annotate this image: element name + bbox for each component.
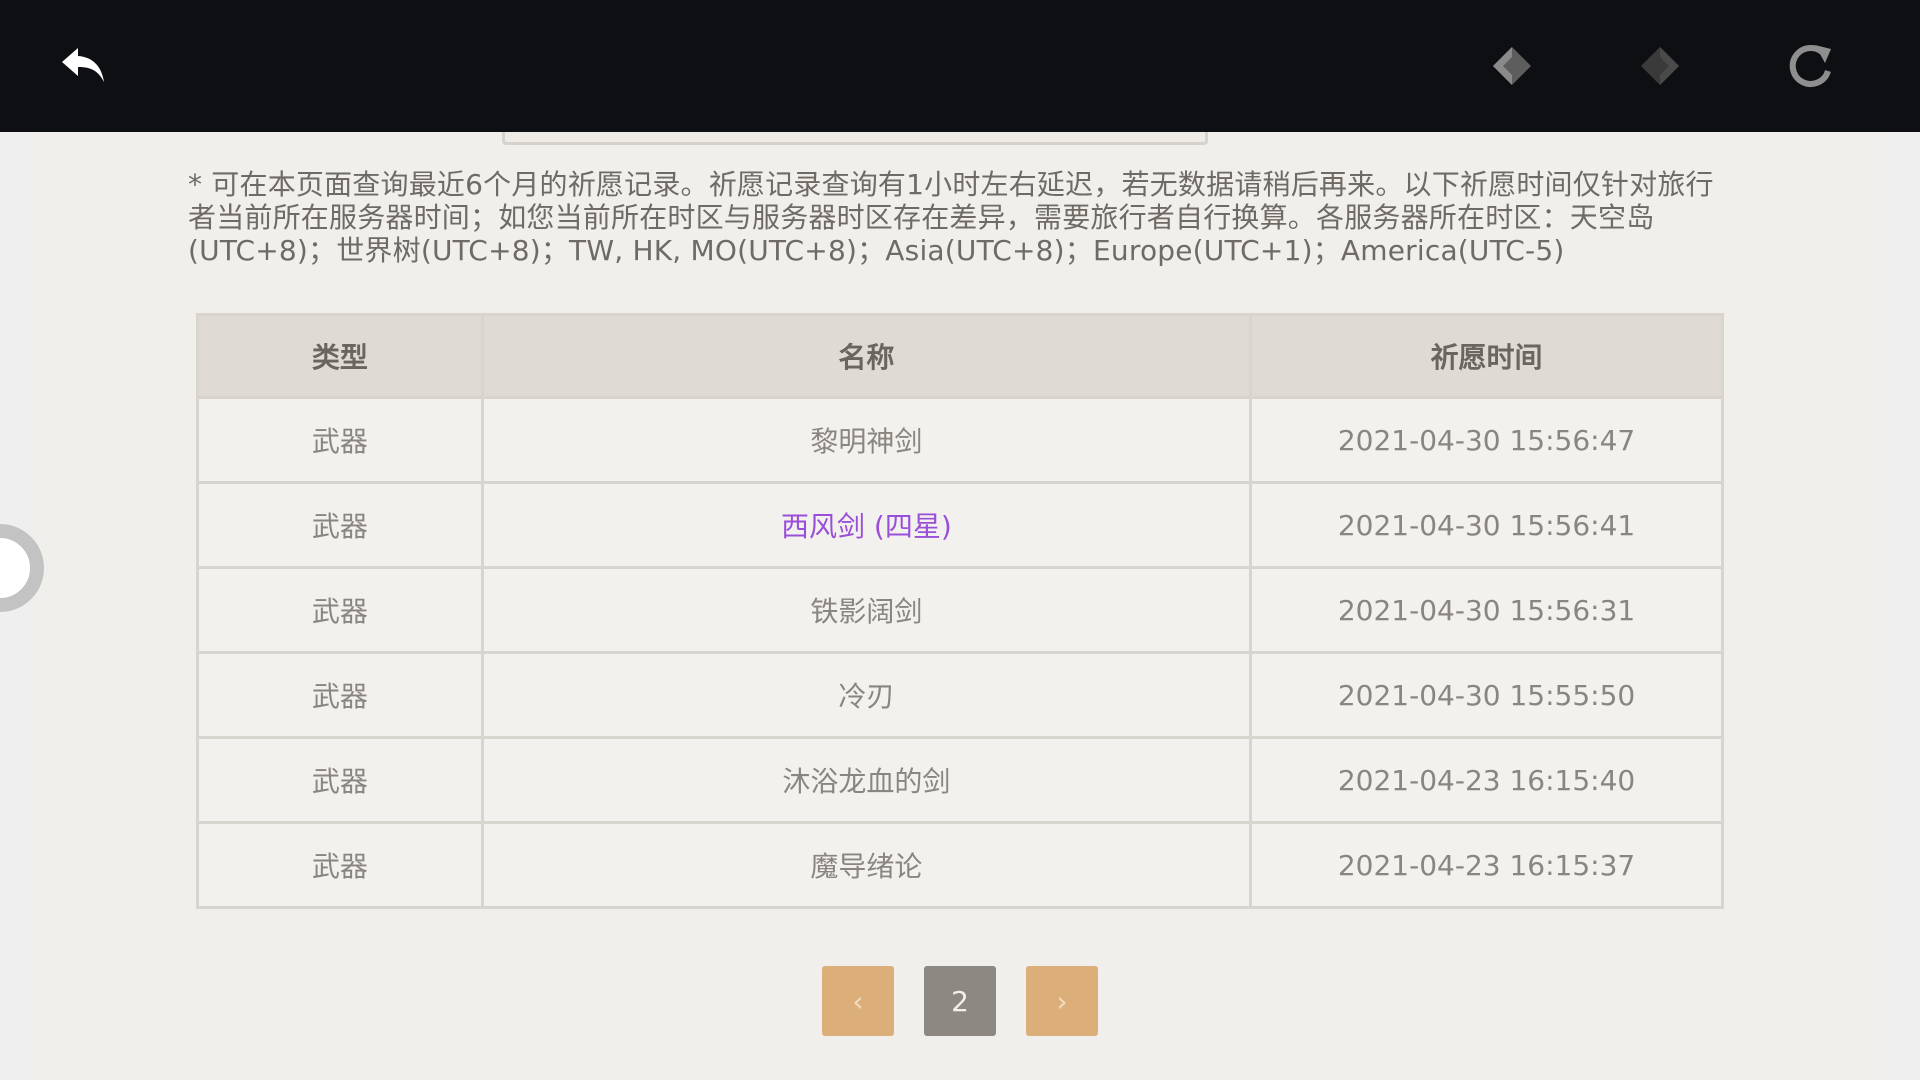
- cell-name: 魔导绪论: [480, 821, 1253, 909]
- table-row: 武器 黎明神剑 2021-04-30 15:56:47: [196, 396, 1724, 484]
- cell-time: 2021-04-23 16:15:40: [1249, 736, 1724, 824]
- cell-name: 铁影阔剑: [480, 566, 1253, 654]
- table-row: 武器 冷刃 2021-04-30 15:55:50: [196, 651, 1724, 739]
- current-page-indicator: 2: [924, 966, 996, 1036]
- wish-history-table: 类型 名称 祈愿时间 武器 黎明神剑 2021-04-30 15:56:47 武…: [196, 313, 1724, 909]
- table-row: 武器 魔导绪论 2021-04-23 16:15:37: [196, 821, 1724, 909]
- cell-time: 2021-04-30 15:56:31: [1249, 566, 1724, 654]
- cell-type: 武器: [196, 736, 484, 824]
- cell-type: 武器: [196, 481, 484, 569]
- header-time: 祈愿时间: [1249, 313, 1724, 399]
- cell-type: 武器: [196, 566, 484, 654]
- diamond-left-icon: [1493, 47, 1531, 85]
- table-row: 武器 铁影阔剑 2021-04-30 15:56:31: [196, 566, 1724, 654]
- diamond-right-icon: [1641, 47, 1679, 85]
- cell-time: 2021-04-30 15:56:41: [1249, 481, 1724, 569]
- cell-time: 2021-04-30 15:55:50: [1249, 651, 1724, 739]
- nav-back-button[interactable]: [1482, 36, 1542, 96]
- back-arrow-icon: [62, 48, 104, 82]
- prev-page-button[interactable]: ‹: [822, 966, 894, 1036]
- cell-name: 黎明神剑: [480, 396, 1253, 484]
- header-type: 类型: [196, 313, 484, 399]
- chevron-right-icon: ›: [1056, 984, 1068, 1018]
- refresh-icon: [1789, 44, 1831, 87]
- current-page-number: 2: [951, 984, 969, 1018]
- tab-edge: [502, 132, 1208, 145]
- cell-type: 武器: [196, 396, 484, 484]
- notice-text: * 可在本页面查询最近6个月的祈愿记录。祈愿记录查询有1小时左右延迟，若无数据请…: [188, 168, 1714, 267]
- chevron-left-icon: ‹: [852, 984, 864, 1018]
- back-button[interactable]: [54, 36, 114, 96]
- cell-name: 冷刃: [480, 651, 1253, 739]
- table-header-row: 类型 名称 祈愿时间: [196, 313, 1724, 399]
- cell-type: 武器: [196, 821, 484, 909]
- cell-name: 沐浴龙血的剑: [480, 736, 1253, 824]
- header-name: 名称: [480, 313, 1253, 399]
- nav-forward-button[interactable]: [1630, 36, 1690, 96]
- table-row: 武器 沐浴龙血的剑 2021-04-23 16:15:40: [196, 736, 1724, 824]
- cell-name-four-star: 西风剑 (四星): [480, 481, 1253, 569]
- cell-time: 2021-04-30 15:56:47: [1249, 396, 1724, 484]
- table-row: 武器 西风剑 (四星) 2021-04-30 15:56:41: [196, 481, 1724, 569]
- refresh-button[interactable]: [1780, 36, 1840, 96]
- cell-time: 2021-04-23 16:15:37: [1249, 821, 1724, 909]
- next-page-button[interactable]: ›: [1026, 966, 1098, 1036]
- cell-type: 武器: [196, 651, 484, 739]
- browser-toolbar: [0, 0, 1920, 132]
